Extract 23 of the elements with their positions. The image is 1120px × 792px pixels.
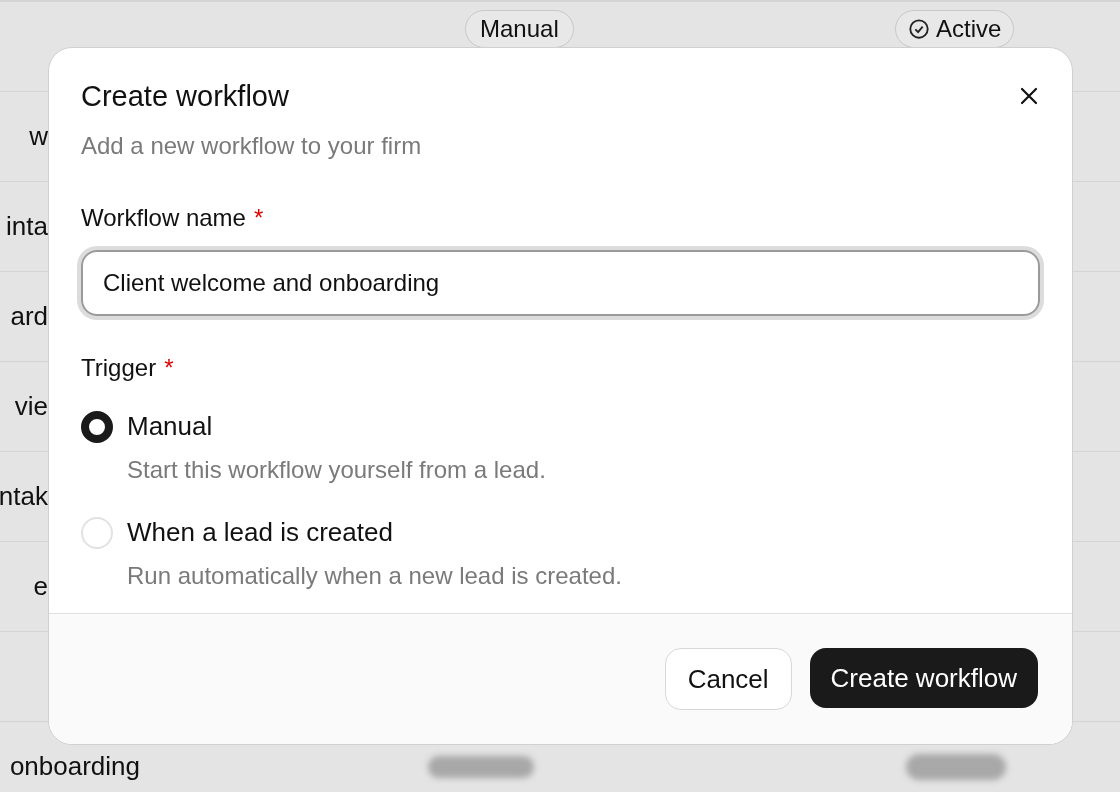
field-label: Workflow name [81,203,246,233]
option-description: Run automatically when a new lead is created. [127,561,622,591]
table-cell-text: ard [10,300,48,333]
dialog-title: Create workflow [81,79,289,114]
dialog-subtitle: Add a new workflow to your firm [81,131,423,161]
check-circle-icon [908,18,930,40]
trigger-badge: Manual [465,10,574,48]
required-mark: * [164,353,174,383]
cancel-button[interactable]: Cancel [664,648,792,710]
table-cell-text: vie [14,390,48,423]
table-cell-text: e [33,570,48,603]
radio-button[interactable] [81,411,113,443]
create-button[interactable]: Create workflow [809,648,1038,708]
field-label: Trigger [81,353,157,383]
status-badge: Active [895,10,1015,48]
table-cell-text: w [29,120,48,153]
option-label[interactable]: Manual [127,406,546,446]
option-description: Start this workflow yourself from a lead. [127,455,546,485]
required-mark: * [253,203,264,233]
option-label[interactable]: When a lead is created [127,512,622,552]
table-cell-text: ntak [0,480,48,513]
table-cell-text: inta [6,210,48,243]
table-cell-text: onboarding [9,750,140,783]
